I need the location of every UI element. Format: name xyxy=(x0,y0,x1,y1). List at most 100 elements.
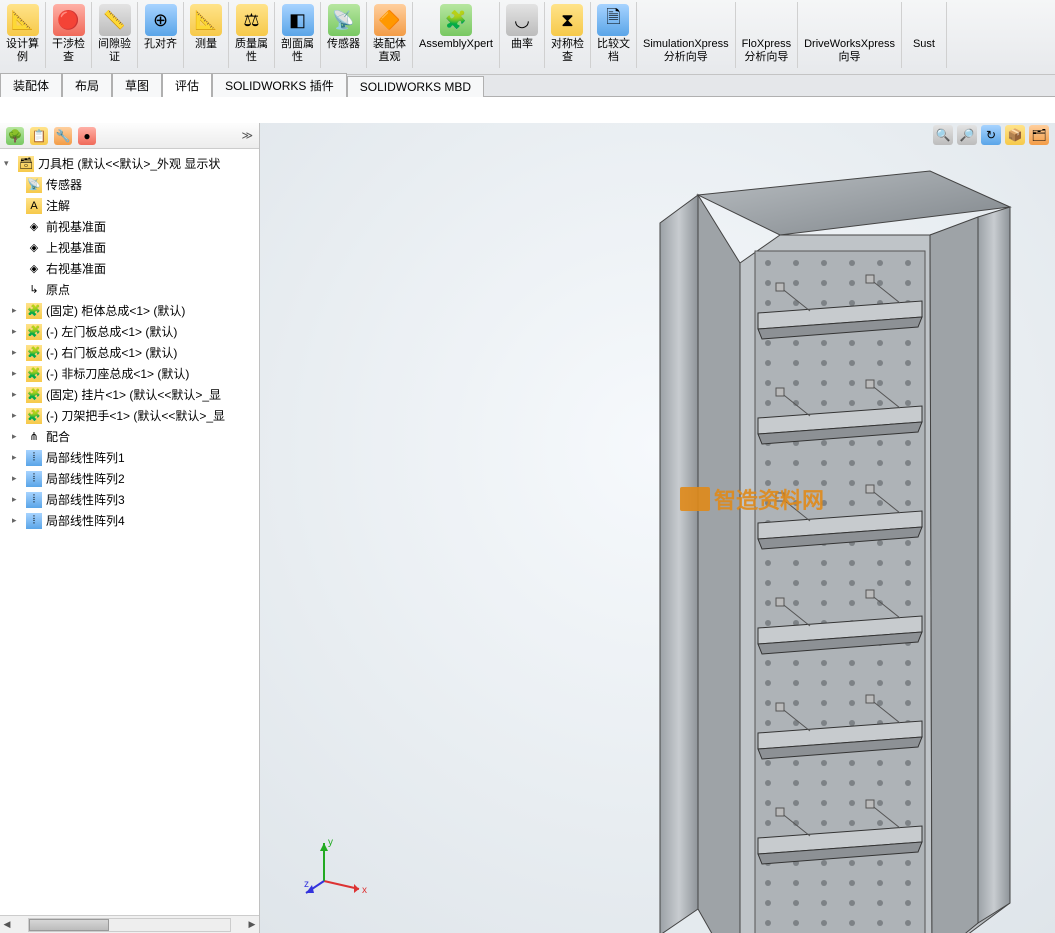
tree-item[interactable]: ▸🧩(-) 右门板总成<1> (默认) xyxy=(2,342,257,363)
tree-node-icon: 🧩 xyxy=(26,303,42,319)
tree-item[interactable]: ▸🧩(固定) 柜体总成<1> (默认) xyxy=(2,300,257,321)
tree-node-label: 刀具柜 (默认<<默认>_外观 显示状 xyxy=(38,155,220,172)
ribbon-btn-8[interactable]: 🔶装配体 直观 xyxy=(367,2,413,68)
ribbon-btn-3[interactable]: ⊕孔对齐 xyxy=(138,2,184,68)
ribbon-label: 设计算 例 xyxy=(6,38,39,64)
axis-triad: x y z xyxy=(304,831,374,901)
expand-icon[interactable]: ▸ xyxy=(12,431,22,442)
expand-icon[interactable]: ▸ xyxy=(12,368,22,379)
ribbon-label: 孔对齐 xyxy=(144,38,177,51)
expand-icon[interactable]: ▸ xyxy=(12,347,22,358)
tree-node-label: (-) 左门板总成<1> (默认) xyxy=(46,323,177,340)
expand-icon[interactable]: ▾ xyxy=(4,158,14,169)
tree-node-label: (-) 非标刀座总成<1> (默认) xyxy=(46,365,189,382)
zoom-fit-icon[interactable]: 🔍 xyxy=(933,125,953,145)
ribbon-icon: 🔴 xyxy=(53,4,85,36)
tree-hscrollbar[interactable]: ◀ ▶ xyxy=(0,915,259,933)
tab-3[interactable]: 评估 xyxy=(162,73,212,97)
ribbon-btn-9[interactable]: 🧩AssemblyXpert xyxy=(413,2,500,68)
tree-item[interactable]: ▸⦙局部线性阵列3 xyxy=(2,489,257,510)
expand-icon[interactable]: ▸ xyxy=(12,452,22,463)
ribbon-icon: 📐 xyxy=(190,4,222,36)
ribbon-btn-5[interactable]: ⚖质量属 性 xyxy=(229,2,275,68)
panel-tab-toolbar: 🌳 📋 🔧 ● ≫ xyxy=(0,123,259,149)
tree-item[interactable]: ◈前视基准面 xyxy=(2,216,257,237)
panel-collapse-icon[interactable]: ≫ xyxy=(241,129,253,142)
tree-item[interactable]: ▸ ⋔配合 xyxy=(2,426,257,447)
ribbon-icon: 🗎 xyxy=(597,4,629,36)
property-manager-icon[interactable]: 📋 xyxy=(30,127,48,145)
ribbon-icon xyxy=(670,4,702,36)
tree-item[interactable]: ▸🧩(-) 刀架把手<1> (默认<<默认>_显 xyxy=(2,405,257,426)
tree-item[interactable]: ▸⦙局部线性阵列2 xyxy=(2,468,257,489)
ribbon-icon: ◡ xyxy=(506,4,538,36)
tree-item[interactable]: 📡传感器 xyxy=(2,174,257,195)
heads-up-view-toolbar: 🔍🔎↻📦🗂 xyxy=(933,125,1049,145)
ribbon-label: 干涉检 查 xyxy=(52,38,85,64)
expand-icon[interactable]: ▸ xyxy=(12,389,22,400)
expand-icon[interactable]: ▸ xyxy=(12,494,22,505)
ribbon-btn-1[interactable]: 🔴干涉检 查 xyxy=(46,2,92,68)
tree-node-label: 局部线性阵列1 xyxy=(46,449,125,466)
ribbon-btn-0[interactable]: 📐设计算 例 xyxy=(0,2,46,68)
ribbon-btn-2[interactable]: 📏间隙验 证 xyxy=(92,2,138,68)
tree-node-label: 局部线性阵列2 xyxy=(46,470,125,487)
ribbon-btn-7[interactable]: 📡传感器 xyxy=(321,2,367,68)
tree-node-label: 上视基准面 xyxy=(46,239,106,256)
ribbon-btn-11[interactable]: ⧗对称检 查 xyxy=(545,2,591,68)
tree-item[interactable]: ◈上视基准面 xyxy=(2,237,257,258)
tree-node-label: (-) 右门板总成<1> (默认) xyxy=(46,344,177,361)
ribbon-icon: 📡 xyxy=(328,4,360,36)
config-manager-icon[interactable]: 🔧 xyxy=(54,127,72,145)
appearance-icon[interactable]: ● xyxy=(78,127,96,145)
ribbon-btn-14[interactable]: FloXpress 分析向导 xyxy=(736,2,799,68)
tab-4[interactable]: SOLIDWORKS 插件 xyxy=(212,73,347,97)
expand-icon[interactable]: ▸ xyxy=(12,473,22,484)
ribbon-icon xyxy=(834,4,866,36)
ribbon-btn-4[interactable]: 📐测量 xyxy=(184,2,229,68)
tab-0[interactable]: 装配体 xyxy=(0,73,62,97)
tree-item[interactable]: ◈右视基准面 xyxy=(2,258,257,279)
tree-item[interactable]: ▸🧩(固定) 挂片<1> (默认<<默认>_显 xyxy=(2,384,257,405)
tree-item[interactable]: ▸⦙局部线性阵列4 xyxy=(2,510,257,531)
tab-2[interactable]: 草图 xyxy=(112,73,162,97)
ribbon-label: FloXpress 分析向导 xyxy=(742,38,792,64)
tab-5[interactable]: SOLIDWORKS MBD xyxy=(347,76,484,97)
tree-item[interactable]: ▸🧩(-) 非标刀座总成<1> (默认) xyxy=(2,363,257,384)
ribbon-label: DriveWorksXpress 向导 xyxy=(804,38,895,64)
tree-node-icon: ↳ xyxy=(26,282,42,298)
feature-tree-icon[interactable]: 🌳 xyxy=(6,127,24,145)
tree-node-label: 右视基准面 xyxy=(46,260,106,277)
tab-1[interactable]: 布局 xyxy=(62,73,112,97)
ribbon-btn-16[interactable]: Sust xyxy=(902,2,947,68)
tree-node-label: 局部线性阵列3 xyxy=(46,491,125,508)
ribbon-btn-15[interactable]: DriveWorksXpress 向导 xyxy=(798,2,902,68)
expand-icon[interactable]: ▸ xyxy=(12,410,22,421)
ribbon-label: Sust xyxy=(913,38,935,51)
zoom-area-icon[interactable]: 🔎 xyxy=(957,125,977,145)
tree-node-label: 配合 xyxy=(46,428,70,445)
ribbon-btn-12[interactable]: 🗎比较文 档 xyxy=(591,2,637,68)
ribbon-btn-13[interactable]: SimulationXpress 分析向导 xyxy=(637,2,736,68)
ribbon-btn-6[interactable]: ◧剖面属 性 xyxy=(275,2,321,68)
tree-node-label: (-) 刀架把手<1> (默认<<默认>_显 xyxy=(46,407,225,424)
watermark-text: 智造资料网 xyxy=(714,483,824,515)
expand-icon[interactable]: ▸ xyxy=(12,305,22,316)
ribbon-label: 对称检 查 xyxy=(551,38,584,64)
ribbon-btn-10[interactable]: ◡曲率 xyxy=(500,2,545,68)
display-style-icon[interactable]: 🗂 xyxy=(1029,125,1049,145)
tree-item[interactable]: ↳原点 xyxy=(2,279,257,300)
tree-node-icon: ⋔ xyxy=(26,429,42,445)
view-rotate-icon[interactable]: ↻ xyxy=(981,125,1001,145)
tree-item[interactable]: A注解 xyxy=(2,195,257,216)
tree-item[interactable]: ▾🗃刀具柜 (默认<<默认>_外观 显示状 xyxy=(2,153,257,174)
section-view-icon[interactable]: 📦 xyxy=(1005,125,1025,145)
tree-node-label: 原点 xyxy=(46,281,70,298)
expand-icon[interactable]: ▸ xyxy=(12,326,22,337)
tree-node-icon: ◈ xyxy=(26,219,42,235)
ribbon-label: 间隙验 证 xyxy=(98,38,131,64)
tree-item[interactable]: ▸⦙局部线性阵列1 xyxy=(2,447,257,468)
expand-icon[interactable]: ▸ xyxy=(12,515,22,526)
tree-item[interactable]: ▸🧩(-) 左门板总成<1> (默认) xyxy=(2,321,257,342)
graphics-viewport[interactable]: 🔍🔎↻📦🗂 xyxy=(260,123,1055,933)
